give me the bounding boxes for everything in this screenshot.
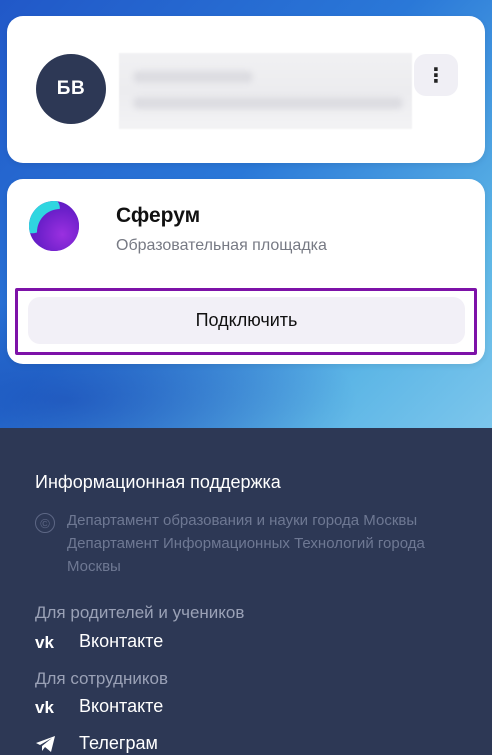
- link-vk-staff[interactable]: vk Вконтакте: [35, 696, 163, 717]
- vk-icon: vk: [35, 697, 63, 717]
- connect-button[interactable]: Подключить: [28, 297, 465, 344]
- link-label: Вконтакте: [79, 696, 164, 716]
- telegram-icon: [35, 734, 63, 754]
- vk-icon: vk: [35, 632, 63, 652]
- section-parents-students: Для родителей и учеников: [35, 603, 245, 622]
- department-1: Департамент образования и науки города М…: [67, 512, 418, 529]
- link-vk-parents[interactable]: vk Вконтакте: [35, 631, 163, 652]
- sferum-card: Сферум Образовательная площадка Подключи…: [7, 179, 485, 364]
- blurred-profile-info: [119, 53, 412, 129]
- connect-highlight: Подключить: [15, 288, 477, 355]
- svg-text:vk: vk: [35, 634, 54, 650]
- avatar: БВ: [36, 54, 106, 124]
- footer-title: Информационная поддержка: [35, 472, 281, 492]
- copyright-icon: ©: [35, 513, 55, 533]
- profile-card: БВ ⋮: [7, 16, 485, 163]
- more-options-button[interactable]: ⋮: [414, 54, 458, 96]
- section-staff: Для сотрудников: [35, 669, 169, 688]
- sferum-logo-icon: [29, 201, 79, 251]
- department-2: Департамент Информационных Технологий го…: [67, 535, 425, 575]
- departments-text: Департамент образования и науки города М…: [67, 509, 467, 578]
- link-label: Вконтакте: [79, 631, 164, 651]
- link-telegram-staff[interactable]: Телеграм: [35, 733, 158, 754]
- app-subtitle: Образовательная площадка: [116, 237, 327, 254]
- footer: Информационная поддержка © Департамент о…: [0, 428, 492, 755]
- link-label: Телеграм: [79, 733, 158, 753]
- more-vertical-icon: ⋮: [426, 64, 446, 87]
- svg-text:vk: vk: [35, 699, 54, 715]
- app-title: Сферум: [116, 204, 201, 227]
